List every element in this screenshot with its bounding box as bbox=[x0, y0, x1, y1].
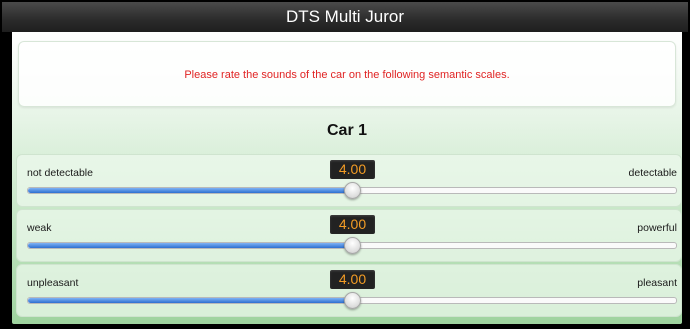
scale-left-label: unpleasant bbox=[27, 277, 79, 289]
slider-thumb[interactable] bbox=[344, 292, 361, 309]
scale-left-label: weak bbox=[27, 222, 52, 234]
slider-track[interactable] bbox=[27, 292, 677, 309]
slider-fill bbox=[28, 243, 352, 248]
scale-right-label: pleasant bbox=[637, 277, 677, 289]
slider-fill bbox=[28, 298, 352, 303]
instruction-panel: Please rate the sounds of the car on the… bbox=[18, 41, 676, 107]
semantic-scale-detectability: not detectable 4.00 detectable bbox=[16, 154, 682, 207]
scale-right-label: detectable bbox=[628, 167, 677, 179]
scale-value-display: 4.00 bbox=[330, 270, 375, 289]
instruction-text: Please rate the sounds of the car on the… bbox=[184, 69, 510, 81]
car-title: Car 1 bbox=[326, 122, 368, 139]
slider-thumb[interactable] bbox=[344, 237, 361, 254]
scale-left-label: not detectable bbox=[27, 167, 93, 179]
scale-right-label: powerful bbox=[637, 222, 677, 234]
slider-thumb[interactable] bbox=[344, 182, 361, 199]
main-content: Please rate the sounds of the car on the… bbox=[12, 32, 682, 324]
slider-track[interactable] bbox=[27, 237, 677, 254]
semantic-scale-pleasantness: unpleasant 4.00 pleasant bbox=[16, 264, 682, 317]
slider-track[interactable] bbox=[27, 182, 677, 199]
semantic-scale-power: weak 4.00 powerful bbox=[16, 209, 682, 262]
scale-value-display: 4.00 bbox=[330, 215, 375, 234]
window-title: DTS Multi Juror bbox=[2, 2, 688, 32]
slider-fill bbox=[28, 188, 352, 193]
scale-value-display: 4.00 bbox=[330, 160, 375, 179]
app-window: DTS Multi Juror Please rate the sounds o… bbox=[2, 2, 688, 327]
